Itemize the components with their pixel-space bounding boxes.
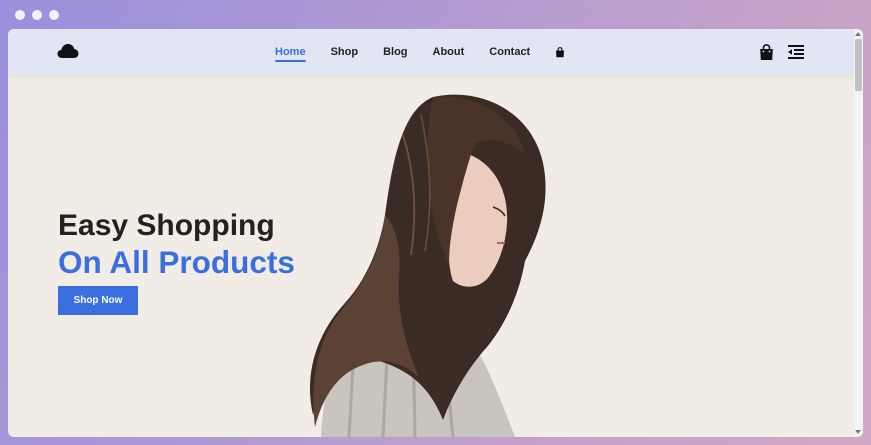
window-dot-minimize[interactable] (32, 10, 42, 20)
hero-subheading: On All Products (58, 244, 295, 280)
cloud-logo-icon[interactable] (57, 42, 79, 60)
menu-indent-icon[interactable] (788, 45, 804, 59)
hero-section: Easy Shopping On All Products Shop Now (8, 75, 854, 437)
nav-link-blog[interactable]: Blog (383, 46, 407, 59)
shop-now-button[interactable]: Shop Now (58, 286, 138, 315)
hero-heading: Easy Shopping (58, 209, 275, 242)
scroll-thumb[interactable] (855, 39, 862, 91)
scroll-up-arrow-icon[interactable] (855, 32, 861, 36)
scroll-down-arrow-icon[interactable] (855, 430, 861, 434)
nav-link-contact[interactable]: Contact (489, 46, 530, 59)
vertical-scrollbar[interactable] (854, 29, 863, 437)
nav-link-about[interactable]: About (433, 46, 465, 59)
window-dot-maximize[interactable] (49, 10, 59, 20)
browser-window: Home Shop Blog About Contact Easy Shoppi… (8, 29, 863, 437)
hero-model-image (309, 94, 546, 437)
shopping-bag-icon[interactable] (759, 44, 774, 61)
navbar: Home Shop Blog About Contact (8, 29, 854, 75)
window-dot-close[interactable] (15, 10, 25, 20)
shopping-bag-icon[interactable] (555, 46, 565, 58)
nav-link-home[interactable]: Home (275, 46, 306, 62)
main-nav: Home Shop Blog About Contact (275, 46, 565, 62)
window-controls (15, 10, 59, 20)
hero-text: Easy Shopping On All Products Shop Now (58, 209, 295, 315)
nav-link-shop[interactable]: Shop (331, 46, 359, 59)
